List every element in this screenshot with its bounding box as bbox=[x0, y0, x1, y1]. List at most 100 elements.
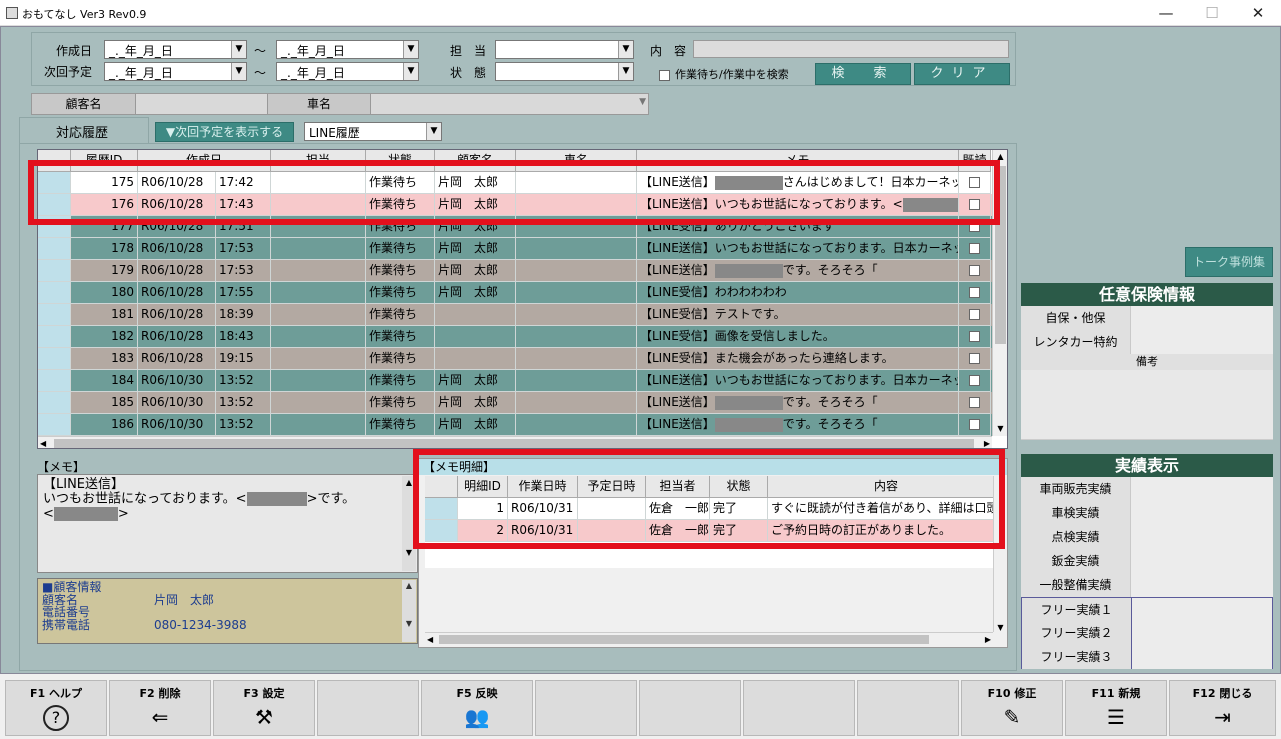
cell-read[interactable] bbox=[959, 304, 991, 326]
function-key-empty[interactable] bbox=[639, 680, 741, 736]
results-row-value[interactable] bbox=[1131, 501, 1273, 525]
search-button[interactable]: 検 索 bbox=[815, 63, 911, 85]
cell-car bbox=[516, 326, 637, 348]
tab-history[interactable]: 対応履歴 bbox=[19, 117, 149, 143]
function-key-empty[interactable] bbox=[857, 680, 959, 736]
results-row-value[interactable] bbox=[1131, 573, 1273, 597]
table-row[interactable]: 180 R06/10/28 17:55 作業待ち 片岡 太郎 【LINE受信】わわわわわわ bbox=[38, 282, 992, 304]
note-field[interactable] bbox=[1021, 370, 1273, 440]
table-row[interactable]: 182 R06/10/28 18:43 作業待ち 【LINE受信】画像を受信しました。 bbox=[38, 326, 992, 348]
free-results-value[interactable] bbox=[1132, 598, 1272, 622]
row-selector[interactable] bbox=[38, 348, 71, 370]
cell-read[interactable] bbox=[959, 414, 991, 436]
row-selector[interactable] bbox=[38, 238, 71, 260]
row-selector[interactable] bbox=[38, 370, 71, 392]
cell-read[interactable] bbox=[959, 326, 991, 348]
next-to-input[interactable]: _._年_月_日 ▼ bbox=[276, 62, 419, 81]
talk-examples-button[interactable]: トーク事例集 bbox=[1185, 247, 1273, 277]
scroll-right-icon[interactable]: ▶ bbox=[985, 633, 991, 646]
cell-read[interactable] bbox=[959, 370, 991, 392]
function-key-f5[interactable]: F5 反映 👥 bbox=[421, 680, 533, 736]
cell-customer: 片岡 太郎 bbox=[435, 414, 516, 436]
customer-car-bar: 顧客名 車名 ▼ bbox=[31, 93, 649, 115]
cell-customer: 片岡 太郎 bbox=[435, 282, 516, 304]
table-row[interactable]: 179 R06/10/28 17:53 作業待ち 片岡 太郎 【LINE送信】 です。そろそ… bbox=[38, 260, 992, 282]
customer-info-scrollbar[interactable]: ▲ ▼ bbox=[402, 580, 416, 642]
table-row[interactable]: 183 R06/10/28 19:15 作業待ち 【LINE受信】また機会があったら連絡… bbox=[38, 348, 992, 370]
car-name-select[interactable]: ▼ bbox=[371, 94, 648, 114]
customer-info-title: ■顧客情報 bbox=[42, 580, 102, 594]
content-input[interactable] bbox=[693, 40, 1009, 58]
scroll-thumb[interactable] bbox=[54, 439, 974, 448]
maximize-button[interactable]: ☐ bbox=[1189, 0, 1235, 26]
detail-horizontal-scrollbar[interactable]: ◀ ▶ bbox=[425, 632, 993, 646]
table-row[interactable]: 181 R06/10/28 18:39 作業待ち 【LINE受信】テストです。 bbox=[38, 304, 992, 326]
mobile-value: 080-1234-3988 bbox=[154, 617, 247, 632]
function-key-empty[interactable] bbox=[317, 680, 419, 736]
apply-icon: 👥 bbox=[464, 705, 490, 729]
cell-memo: 【LINE送信】いつもお世話になっております。日本カーネッ bbox=[637, 370, 959, 392]
function-key-f10[interactable]: F10 修正 ✎ bbox=[961, 680, 1063, 736]
show-next-schedule-button[interactable]: ▼次回予定を表示する bbox=[155, 122, 294, 142]
function-key-f12[interactable]: F12 閉じる ⇥ bbox=[1169, 680, 1276, 736]
customer-name-field[interactable] bbox=[136, 94, 267, 114]
memo-text: 【LINE受信】画像を受信しました。 bbox=[640, 329, 835, 343]
table-row[interactable]: 186 R06/10/30 13:52 作業待ち 片岡 太郎 【LINE送信】 です。そろそ… bbox=[38, 414, 992, 436]
scroll-left-icon[interactable]: ◀ bbox=[427, 633, 433, 646]
insurance-row-value[interactable] bbox=[1131, 330, 1273, 354]
function-key-f1[interactable]: F1 ヘルプ? bbox=[5, 680, 107, 736]
row-selector[interactable] bbox=[38, 392, 71, 414]
table-row[interactable]: 184 R06/10/30 13:52 作業待ち 片岡 太郎 【LINE送信】いつもお世話… bbox=[38, 370, 992, 392]
cell-read[interactable] bbox=[959, 238, 991, 260]
cell-id: 186 bbox=[71, 414, 138, 436]
clear-button[interactable]: クリア bbox=[914, 63, 1010, 85]
function-key-f2[interactable]: F2 削除 ⇐ bbox=[109, 680, 211, 736]
window-title: おもてなし Ver3 Rev0.9 bbox=[22, 8, 147, 21]
table-row[interactable]: 185 R06/10/30 13:52 作業待ち 片岡 太郎 【LINE送信】 です。そろそ… bbox=[38, 392, 992, 414]
function-key-empty[interactable] bbox=[743, 680, 855, 736]
cell-read[interactable] bbox=[959, 392, 991, 414]
row-selector[interactable] bbox=[38, 304, 71, 326]
minimize-button[interactable]: — bbox=[1143, 0, 1189, 26]
function-key-f3[interactable]: F3 設定 ⚒ bbox=[213, 680, 315, 736]
results-row: 一般整備実績 bbox=[1021, 573, 1273, 597]
cell-read[interactable] bbox=[959, 260, 991, 282]
results-row-value[interactable] bbox=[1131, 525, 1273, 549]
free-results-value[interactable] bbox=[1132, 645, 1272, 669]
line-history-select[interactable]: LINE履歴 ▼ bbox=[304, 122, 442, 141]
cell-status: 作業待ち bbox=[366, 370, 435, 392]
close-button[interactable]: ✕ bbox=[1235, 0, 1281, 26]
row-selector[interactable] bbox=[38, 326, 71, 348]
insurance-row-value[interactable] bbox=[1131, 306, 1273, 330]
cell-date: R06/10/28 bbox=[138, 348, 216, 370]
results-row-value[interactable] bbox=[1131, 477, 1273, 501]
scroll-thumb[interactable] bbox=[439, 635, 929, 644]
function-key-empty[interactable] bbox=[535, 680, 637, 736]
staff-select[interactable]: ▼ bbox=[495, 40, 634, 59]
function-key-f11[interactable]: F11 新規 ☰ bbox=[1065, 680, 1167, 736]
status-select[interactable]: ▼ bbox=[495, 62, 634, 81]
cell-memo: 【LINE送信】 です。そろそろ「 bbox=[637, 392, 959, 414]
customer-name-label: 顧客名 bbox=[42, 592, 79, 607]
checkbox-icon bbox=[969, 265, 980, 276]
next-from-input[interactable]: _._年_月_日 ▼ bbox=[104, 62, 247, 81]
free-results-value[interactable] bbox=[1132, 621, 1272, 645]
created-to-input[interactable]: _._年_月_日 ▼ bbox=[276, 40, 419, 59]
created-from-input[interactable]: _._年_月_日 ▼ bbox=[104, 40, 247, 59]
table-row[interactable]: 178 R06/10/28 17:53 作業待ち 片岡 太郎 【LINE送信】いつもお世話… bbox=[38, 238, 992, 260]
row-selector[interactable] bbox=[38, 260, 71, 282]
row-selector[interactable] bbox=[38, 414, 71, 436]
row-selector[interactable] bbox=[38, 282, 71, 304]
cell-read[interactable] bbox=[959, 348, 991, 370]
work-waiting-checkbox[interactable] bbox=[659, 68, 670, 82]
history-horizontal-scrollbar[interactable]: ◀ ▶ bbox=[38, 436, 992, 448]
scroll-down-icon[interactable]: ▼ bbox=[994, 623, 1007, 632]
scroll-down-icon[interactable]: ▼ bbox=[993, 422, 1007, 436]
scroll-right-icon[interactable]: ▶ bbox=[984, 437, 990, 448]
cell-read[interactable] bbox=[959, 282, 991, 304]
delete-icon: ⇐ bbox=[151, 705, 169, 729]
results-row-value[interactable] bbox=[1131, 549, 1273, 573]
scroll-left-icon[interactable]: ◀ bbox=[40, 437, 46, 448]
results-row-label: 一般整備実績 bbox=[1021, 573, 1131, 597]
memo-textarea[interactable]: 【LINE送信】 いつもお世話になっております。< >です。 < > ▲ ▼ bbox=[37, 474, 418, 573]
